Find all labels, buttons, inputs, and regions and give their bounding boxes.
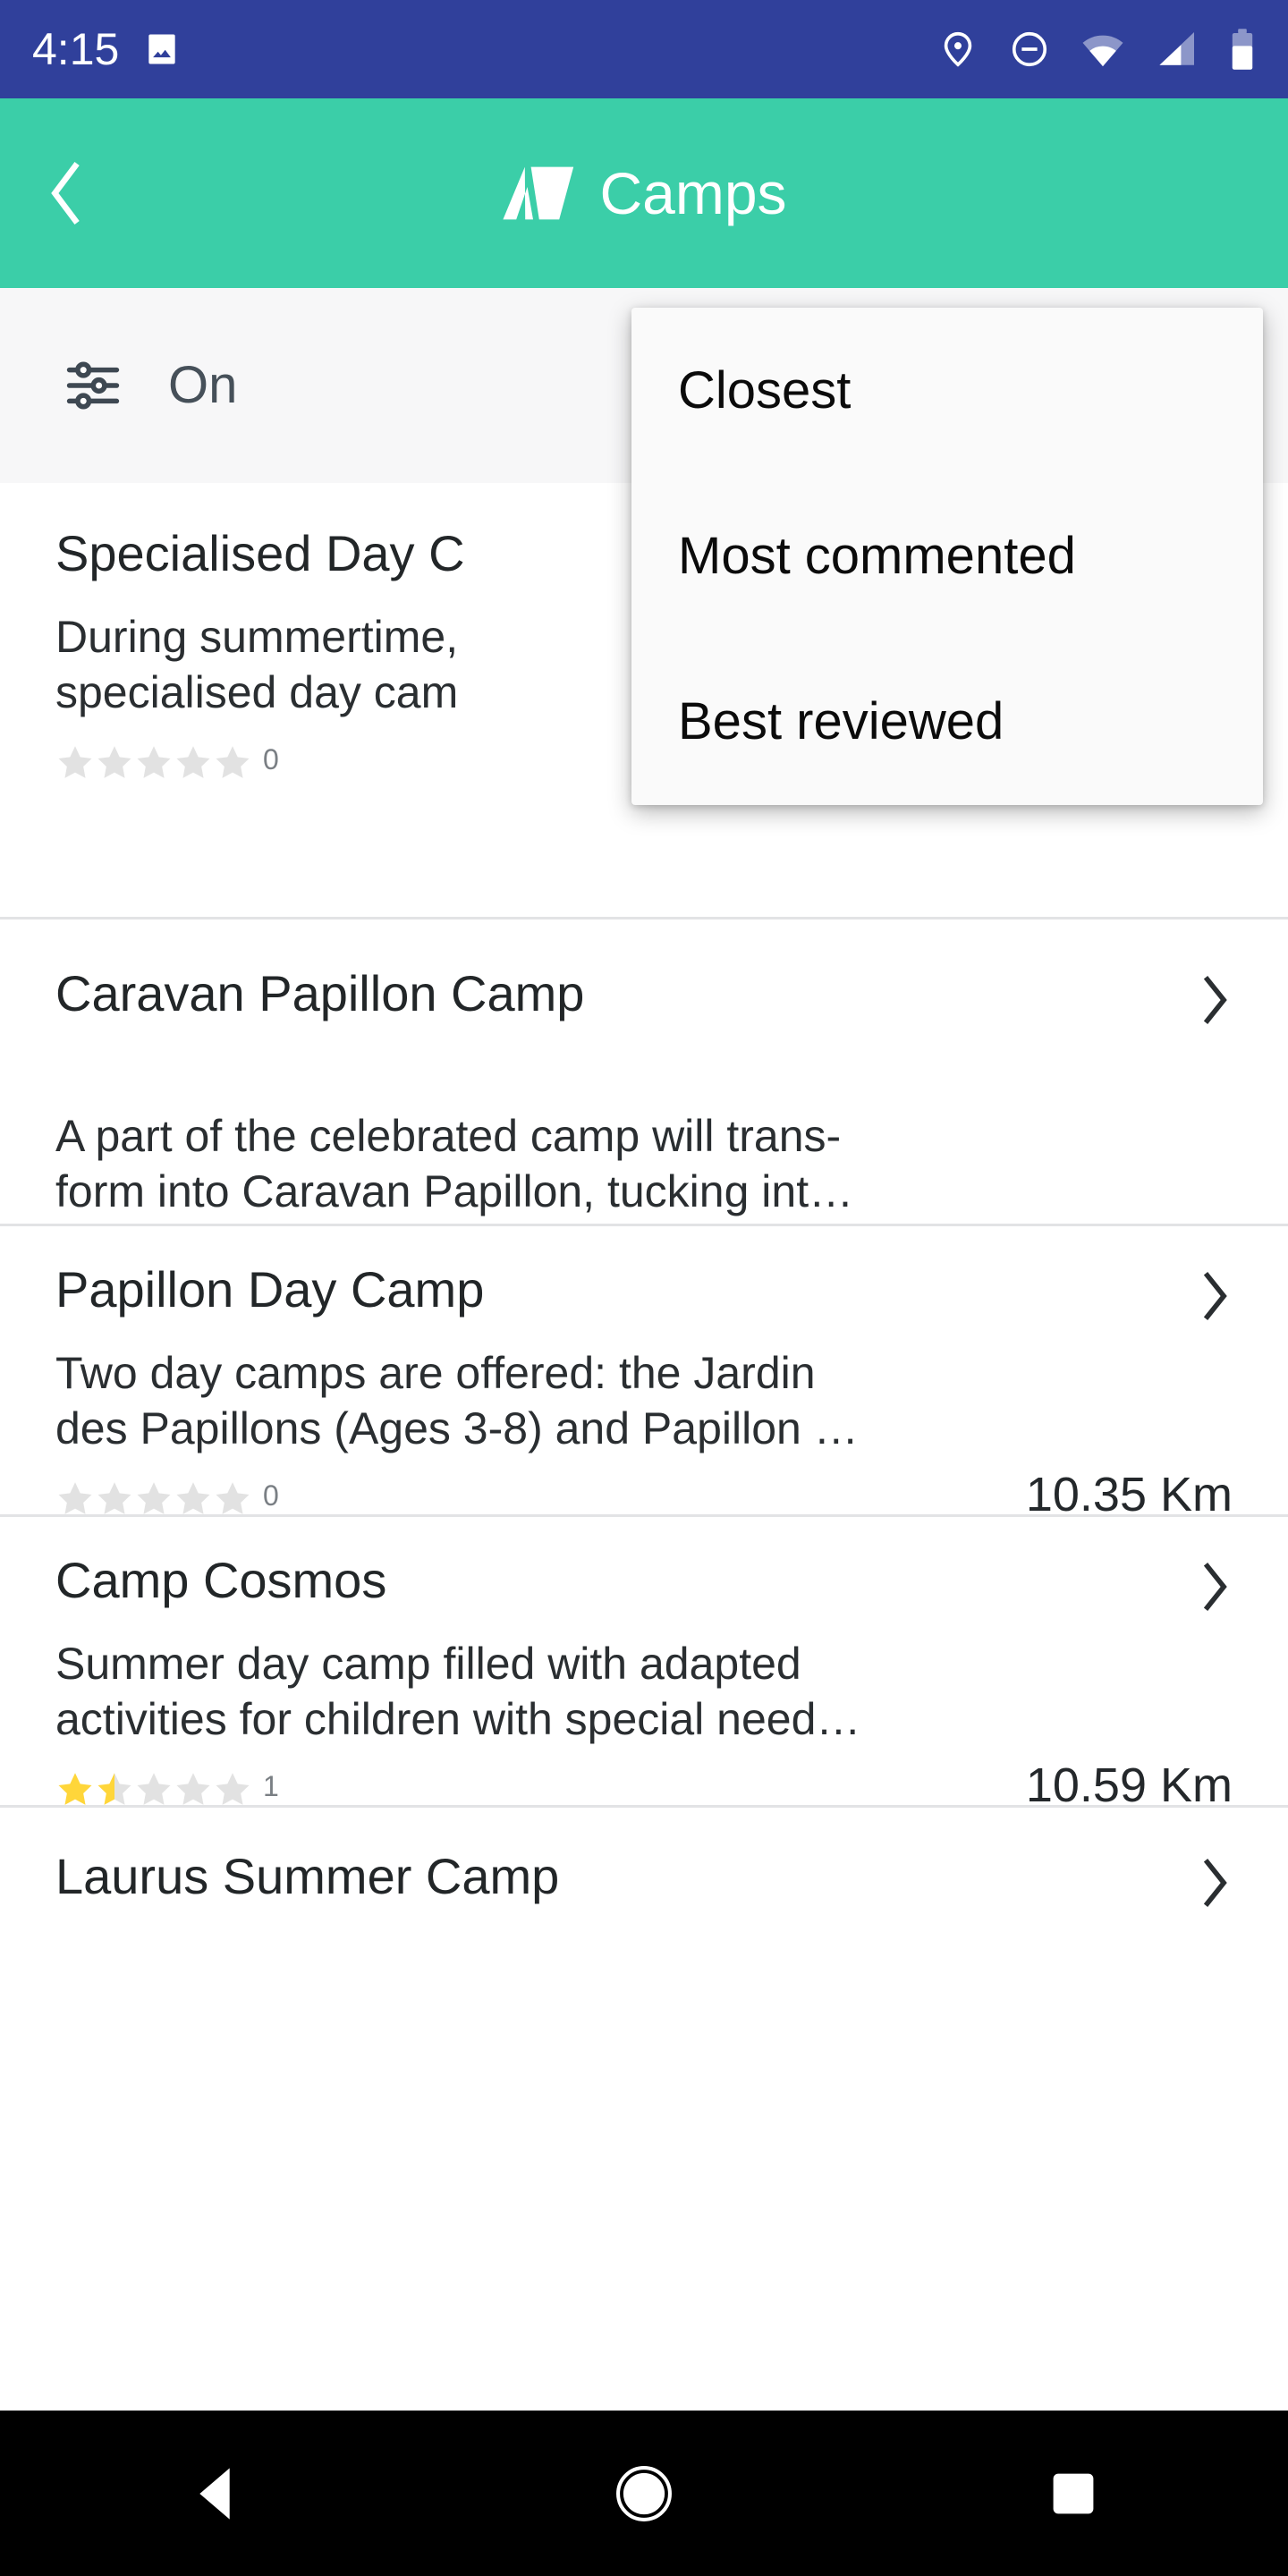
home-circle-icon xyxy=(616,2465,672,2521)
sort-option-best-reviewed[interactable]: Best reviewed xyxy=(631,639,1263,804)
rating-group: 0 xyxy=(55,743,279,783)
chevron-right-icon[interactable] xyxy=(1199,1553,1233,1618)
list-item-footer: 0 10.35 Km xyxy=(55,1470,1233,1519)
distance-label: 10.59 Km xyxy=(1025,1758,1233,1812)
star-icon xyxy=(97,1482,131,1514)
list-item-description: A part of the celebrated camp will trans… xyxy=(55,1108,1233,1219)
sort-option-most-commented[interactable]: Most commented xyxy=(631,473,1263,639)
list-item-header: Papillon Day Camp xyxy=(55,1262,1233,1327)
star-icon xyxy=(216,746,250,778)
app-bar-title-group: Camps xyxy=(0,98,1288,288)
list-item-title: Specialised Day C xyxy=(55,526,465,581)
star-icon xyxy=(176,1773,210,1805)
list-item-description: Two day camps are offered: the Jardin de… xyxy=(55,1345,1233,1456)
chevron-right-icon[interactable] xyxy=(1199,966,1233,1031)
chevron-right-icon[interactable] xyxy=(1199,1262,1233,1327)
list-item-description: Summer day camp filled with adapted acti… xyxy=(55,1636,1233,1747)
status-bar: 4:15 xyxy=(0,0,1288,98)
star-icon xyxy=(176,1482,210,1514)
back-triangle-icon xyxy=(199,2467,230,2520)
app-screen: 4:15 Camps On Specialised Day C During s… xyxy=(0,0,1288,2576)
recents-square-icon xyxy=(1053,2473,1094,2513)
do-not-disturb-icon xyxy=(1012,31,1047,67)
list-item-header: Laurus Summer Camp xyxy=(55,1849,1233,1914)
page-title: Camps xyxy=(599,160,787,226)
list-item-footer: 1 10.59 Km xyxy=(55,1761,1233,1809)
star-icon xyxy=(176,746,210,778)
tent-icon xyxy=(503,166,574,220)
star-icon xyxy=(216,1482,250,1514)
list-item-description-line2: des Papillons (Ages 3-8) and Papillon … xyxy=(55,1403,859,1453)
list-item-title: Papillon Day Camp xyxy=(55,1262,485,1318)
sort-dropdown-menu[interactable]: Closest Most commented Best reviewed xyxy=(631,308,1263,805)
list-item-title: Camp Cosmos xyxy=(55,1553,387,1608)
star-icon xyxy=(97,746,131,778)
star-rating xyxy=(55,743,252,783)
rating-count: 1 xyxy=(263,1770,279,1802)
location-pin-icon xyxy=(944,31,972,67)
sort-option-closest[interactable]: Closest xyxy=(631,308,1263,473)
star-icon xyxy=(216,1773,250,1805)
list-item-description-line2: activities for children with special nee… xyxy=(55,1694,861,1744)
list-item-header: Caravan Papillon Camp xyxy=(55,966,1233,1031)
star-icon xyxy=(137,746,171,778)
nav-recents-button[interactable] xyxy=(984,2411,1163,2576)
back-button[interactable] xyxy=(0,98,116,288)
rating-group: 0 xyxy=(55,1479,279,1519)
cell-signal-icon xyxy=(1159,32,1194,65)
star-icon xyxy=(137,1773,171,1805)
rating-group: 1 xyxy=(55,1770,279,1809)
image-icon xyxy=(148,34,175,64)
status-bar-notification-icons xyxy=(142,30,182,69)
list-item-description-line1: Two day camps are offered: the Jardin xyxy=(55,1348,816,1398)
list-item[interactable]: Camp Cosmos Summer day camp filled with … xyxy=(0,1517,1288,1809)
rating-count: 0 xyxy=(263,743,279,775)
list-item-description-line2: form into Caravan Papillon, tucking int… xyxy=(55,1166,854,1216)
list-item-description-line1: A part of the celebrated camp will trans… xyxy=(55,1111,842,1161)
battery-icon xyxy=(1232,29,1253,70)
android-navigation-bar xyxy=(0,2411,1288,2576)
list-item-title: Laurus Summer Camp xyxy=(55,1849,560,1904)
wifi-icon xyxy=(1082,35,1123,67)
chevron-left-icon xyxy=(51,161,80,225)
app-bar: Camps xyxy=(0,98,1288,288)
star-icon xyxy=(58,1482,92,1514)
star-icon xyxy=(58,746,92,778)
star-icon xyxy=(97,1773,131,1805)
star-rating xyxy=(55,1770,252,1809)
star-icon xyxy=(58,1773,92,1805)
chevron-right-icon[interactable] xyxy=(1199,1849,1233,1914)
rating-count: 0 xyxy=(263,1479,279,1512)
list-item-title: Caravan Papillon Camp xyxy=(55,966,585,1021)
nav-home-button[interactable] xyxy=(555,2411,733,2576)
nav-back-button[interactable] xyxy=(125,2411,304,2576)
list-item[interactable]: Papillon Day Camp Two day camps are offe… xyxy=(0,1226,1288,1519)
distance-label: 10.35 Km xyxy=(1025,1468,1233,1521)
status-bar-system-icons xyxy=(937,28,1256,71)
tune-icon xyxy=(66,361,120,410)
status-bar-clock: 4:15 xyxy=(32,24,120,74)
list-item-header: Camp Cosmos xyxy=(55,1553,1233,1618)
sort-filter-label: On xyxy=(168,356,238,414)
list-item-description-line1: Summer day camp filled with adapted xyxy=(55,1639,801,1689)
star-rating xyxy=(55,1479,252,1519)
list-item[interactable]: Caravan Papillon Camp A part of the cele… xyxy=(0,919,1288,1291)
list-item[interactable]: Laurus Summer Camp xyxy=(0,1808,1288,1987)
star-icon xyxy=(137,1482,171,1514)
